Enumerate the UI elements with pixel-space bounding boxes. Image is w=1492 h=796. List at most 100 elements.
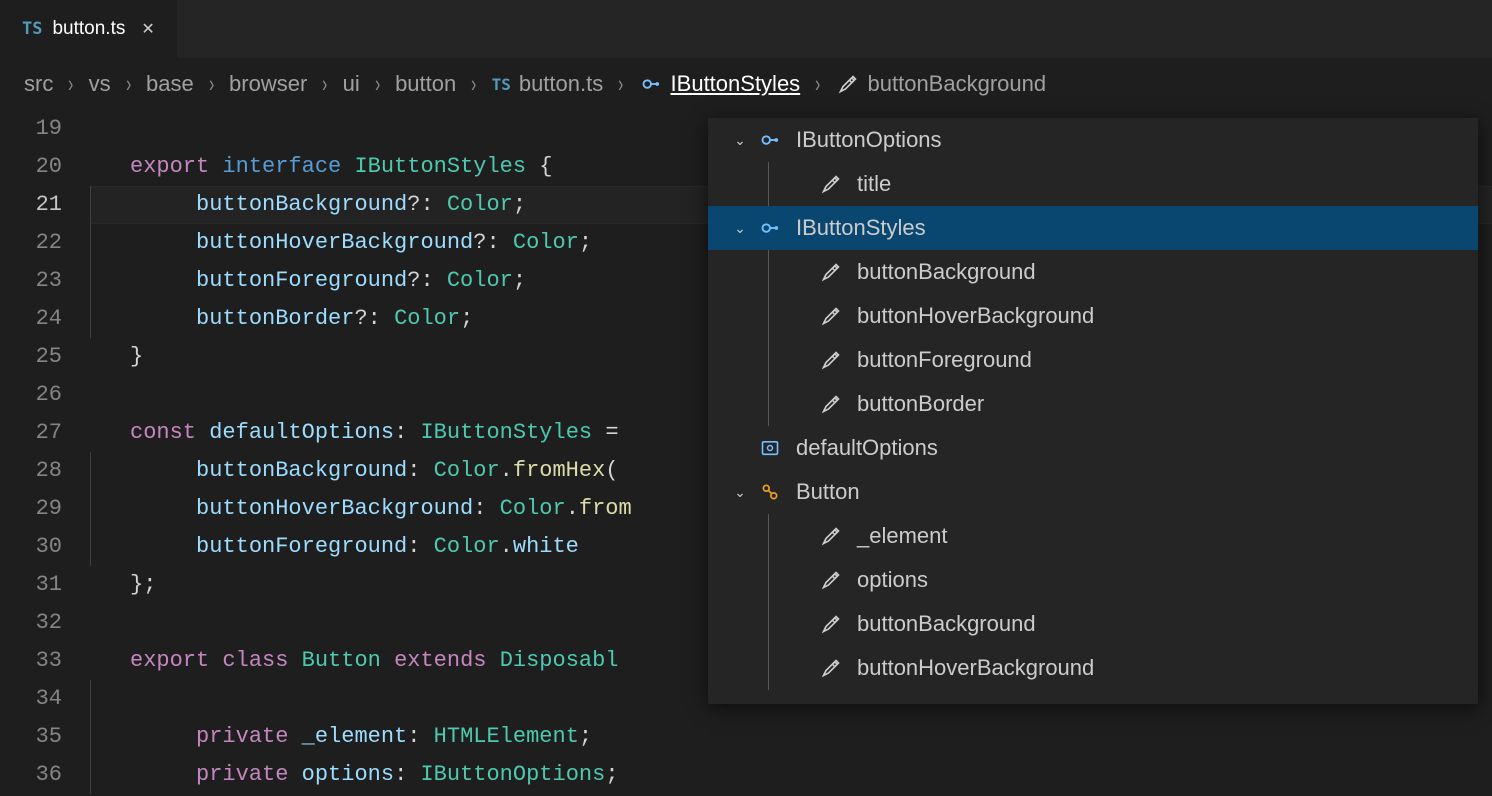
typescript-icon: TS (22, 19, 42, 39)
property-icon (819, 570, 843, 590)
interface-icon (758, 130, 782, 150)
outline-item[interactable]: ⌄buttonHoverBackground (708, 294, 1478, 338)
outline-item[interactable]: ⌄ IButtonStyles (708, 206, 1478, 250)
outline-item-label: Button (796, 479, 860, 505)
tree-indent-guide (768, 338, 769, 382)
outline-item-label: title (857, 171, 891, 197)
interface-icon (758, 218, 782, 238)
line-number: 36 (0, 756, 62, 794)
outline-item-label: IButtonOptions (796, 127, 942, 153)
breadcrumb-symbol-label: buttonBackground (868, 71, 1047, 97)
line-number: 22 (0, 224, 62, 262)
line-number: 34 (0, 680, 62, 718)
breadcrumb-item[interactable]: src (24, 71, 53, 97)
tree-indent-guide (768, 162, 769, 206)
close-icon[interactable]: ✕ (141, 19, 154, 39)
outline-item-label: defaultOptions (796, 435, 938, 461)
breadcrumb-file[interactable]: TS button.ts (492, 71, 604, 97)
chevron-right-icon: › (375, 70, 380, 99)
property-icon (819, 174, 843, 194)
chevron-down-icon[interactable]: ⌄ (730, 220, 750, 237)
tab-button-ts[interactable]: TS button.ts ✕ (0, 0, 178, 58)
breadcrumb-file-label: button.ts (519, 71, 603, 97)
breadcrumb-item[interactable]: browser (229, 71, 307, 97)
class-icon (758, 482, 782, 502)
line-number: 30 (0, 528, 62, 566)
outline-item[interactable]: ⌄_element (708, 514, 1478, 558)
line-number: 23 (0, 262, 62, 300)
outline-item[interactable]: ⌄ IButtonOptions (708, 118, 1478, 162)
breadcrumb-item[interactable]: ui (343, 71, 360, 97)
chevron-right-icon: › (471, 70, 476, 99)
line-number: 31 (0, 566, 62, 604)
line-number: 25 (0, 338, 62, 376)
outline-item-label: buttonHoverBackground (857, 303, 1094, 329)
line-number: 24 (0, 300, 62, 338)
code-line[interactable]: private options: IButtonOptions; (90, 756, 1492, 794)
breadcrumb-symbol-label: IButtonStyles (671, 71, 801, 97)
tree-indent-guide (768, 250, 769, 294)
outline-item-label: options (857, 567, 928, 593)
outline-item[interactable]: ⌄ Button (708, 470, 1478, 514)
constant-icon (758, 438, 782, 458)
outline-item-label: buttonBackground (857, 259, 1036, 285)
property-icon (819, 262, 843, 282)
breadcrumb-symbol-property[interactable]: buttonBackground (836, 71, 1047, 97)
line-gutter: 192021222324252627282930313233343536 (0, 110, 90, 794)
code-line[interactable]: private _element: HTMLElement; (90, 718, 1492, 756)
outline-item-label: buttonBackground (857, 611, 1036, 637)
property-icon (819, 614, 843, 634)
breadcrumb: src › vs › base › browser › ui › button … (0, 58, 1492, 110)
outline-item-label: _element (857, 523, 948, 549)
property-icon (819, 658, 843, 678)
outline-item[interactable]: ⌄buttonBorder (708, 382, 1478, 426)
line-number: 20 (0, 148, 62, 186)
line-number: 21 (0, 186, 62, 224)
chevron-right-icon: › (815, 70, 820, 99)
breadcrumb-symbol-interface[interactable]: IButtonStyles (639, 71, 801, 97)
tree-indent-guide (768, 558, 769, 602)
line-number: 35 (0, 718, 62, 756)
outline-item-label: buttonHoverBackground (857, 655, 1094, 681)
chevron-right-icon: › (322, 70, 327, 99)
outline-item-label: IButtonStyles (796, 215, 926, 241)
tab-label: button.ts (52, 18, 125, 40)
line-number: 32 (0, 604, 62, 642)
line-number: 26 (0, 376, 62, 414)
property-icon (819, 306, 843, 326)
chevron-right-icon: › (68, 70, 73, 99)
interface-icon (639, 74, 663, 94)
outline-item[interactable]: ⌄buttonForeground (708, 338, 1478, 382)
property-icon (819, 394, 843, 414)
tab-bar: TS button.ts ✕ (0, 0, 1492, 58)
outline-item[interactable]: ⌄options (708, 558, 1478, 602)
breadcrumb-item[interactable]: base (146, 71, 194, 97)
outline-item-label: buttonBorder (857, 391, 984, 417)
line-number: 27 (0, 414, 62, 452)
chevron-down-icon[interactable]: ⌄ (730, 132, 750, 149)
outline-item[interactable]: ⌄buttonBackground (708, 250, 1478, 294)
typescript-icon: TS (492, 75, 511, 94)
line-number: 29 (0, 490, 62, 528)
chevron-right-icon: › (126, 70, 131, 99)
outline-item[interactable]: ⌄buttonBackground (708, 602, 1478, 646)
chevron-down-icon[interactable]: ⌄ (730, 484, 750, 501)
outline-item[interactable]: ⌄defaultOptions (708, 426, 1478, 470)
property-icon (836, 74, 860, 94)
tree-indent-guide (768, 602, 769, 646)
tree-indent-guide (768, 294, 769, 338)
tree-indent-guide (768, 514, 769, 558)
breadcrumb-item[interactable]: vs (89, 71, 111, 97)
line-number: 28 (0, 452, 62, 490)
outline-item[interactable]: ⌄title (708, 162, 1478, 206)
breadcrumb-item[interactable]: button (395, 71, 456, 97)
breadcrumb-outline-dropdown: ⌄IButtonOptions⌄title⌄IButtonStyles⌄butt… (708, 118, 1478, 704)
outline-item-label: buttonForeground (857, 347, 1032, 373)
tree-indent-guide (768, 646, 769, 690)
chevron-right-icon: › (618, 70, 623, 99)
property-icon (819, 350, 843, 370)
line-number: 33 (0, 642, 62, 680)
line-number: 19 (0, 110, 62, 148)
outline-item[interactable]: ⌄buttonHoverBackground (708, 646, 1478, 690)
tree-indent-guide (768, 382, 769, 426)
